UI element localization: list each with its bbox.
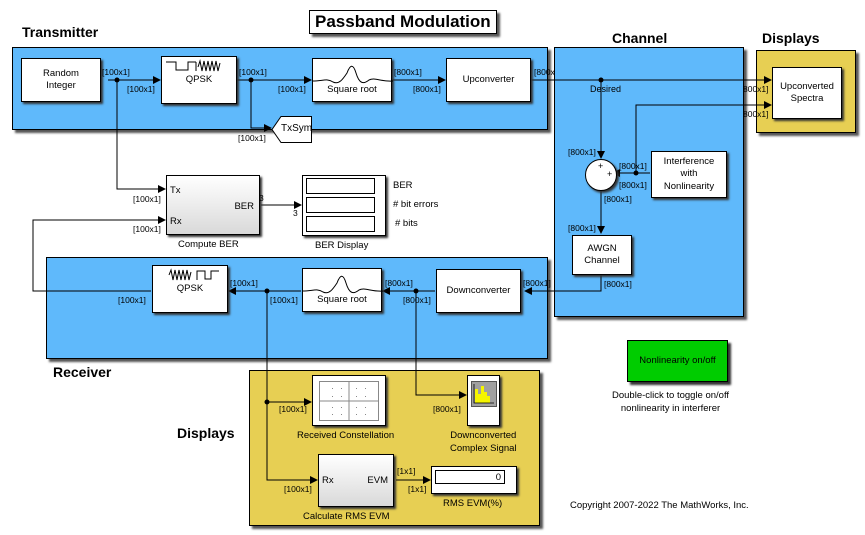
raised-cosine-icon (303, 275, 383, 294)
ber-display-block[interactable] (302, 175, 386, 236)
copyright-text: Copyright 2007-2022 The MathWorks, Inc. (570, 500, 749, 511)
branch-point (264, 288, 270, 294)
sum-block[interactable]: + + (585, 159, 617, 191)
ber-display-caption: BER Display (315, 240, 369, 251)
ber-value-field (306, 178, 375, 194)
nonlinearity-toggle-label: Nonlinearity on/off (639, 354, 716, 366)
signal-dim-label: [100x1] (270, 295, 298, 305)
calculate-rms-evm-block[interactable]: Rx EVM (318, 454, 394, 507)
signal-dim-label: [100x1] (102, 67, 130, 77)
rms-evm-display-block[interactable]: 0 (431, 466, 517, 494)
branch-point (413, 288, 419, 294)
signal-dim-label: [800x1] (619, 180, 647, 190)
signal-dim-label: [100x1] (133, 224, 161, 234)
branch-point (114, 77, 120, 83)
bit-errors-value-field (306, 197, 375, 213)
raised-cosine-icon (313, 65, 393, 84)
branch-point (633, 170, 639, 176)
constellation-icon (319, 380, 379, 421)
signal-dim-label: [100x1] (239, 67, 267, 77)
awgn-label: AWGN Channel (584, 242, 620, 266)
signal-dim-label: [800x1] (433, 404, 461, 414)
signal-dim-label: [800x1] (619, 161, 647, 171)
toggle-help-text: Double-click to toggle on/off nonlineari… (612, 390, 730, 415)
signal-dim-label: [800x1] (394, 67, 422, 77)
received-constellation-block[interactable] (312, 375, 386, 426)
branch-point (598, 77, 604, 83)
nonlinearity-toggle-button[interactable]: Nonlinearity on/off (627, 340, 728, 382)
interference-label: Interference with Nonlinearity (663, 155, 715, 192)
received-constellation-caption: Received Constellation (297, 430, 395, 441)
desired-signal-label: Desired (590, 84, 622, 94)
sum-sign-top: + (598, 161, 604, 171)
sum-sign-right: + (607, 169, 613, 179)
signal-dim-label: [800x1] (385, 278, 413, 288)
downconverter-block[interactable]: Downconverter (436, 269, 521, 313)
port-ber-label: BER (234, 201, 254, 212)
signal-lines (32, 76, 772, 484)
spectrum-analyzer-block[interactable] (467, 375, 500, 426)
port-rx-label: Rx (322, 475, 334, 486)
signal-dim-label: [100x1] (284, 484, 312, 494)
bits-row-label: # bits (395, 218, 418, 229)
qpsk-modulator-label: QPSK (185, 73, 213, 85)
spectrum-icon (470, 381, 497, 407)
ber-row-label: BER (393, 180, 413, 191)
calc-rms-evm-caption: Calculate RMS EVM (303, 511, 390, 522)
signal-dim-label: 800x1] (743, 109, 769, 119)
downconverter-label: Downconverter (446, 284, 511, 296)
upconverter-label: Upconverter (462, 73, 515, 85)
interference-block[interactable]: Interference with Nonlinearity (651, 151, 727, 198)
signal-dim-label: [100x1] (230, 278, 258, 288)
port-rx-label: Rx (170, 216, 182, 227)
signal-dim-label: 800x1] (743, 84, 769, 94)
signal-dim-label: [1x1] (397, 466, 416, 476)
upconverted-spectra-label: Upconverted Spectra (780, 80, 834, 104)
compute-ber-block[interactable]: Tx Rx BER (166, 175, 260, 235)
signal-dim-label: [800x1] (523, 278, 551, 288)
qpsk-demodulator-label: QPSK (176, 282, 204, 294)
rx-square-root-filter-block[interactable]: Square root (302, 268, 383, 312)
upconverted-spectra-block[interactable]: Upconverted Spectra (772, 67, 842, 119)
txsym-label: TxSym (281, 123, 313, 134)
random-integer-block[interactable]: Random Integer (21, 58, 101, 102)
signal-dim-label: [800x1] (604, 194, 632, 204)
branch-point (264, 399, 270, 405)
signal-dim-label: [100x1] (278, 84, 306, 94)
downconverted-signal-caption: Downconverted Complex Signal (450, 430, 517, 454)
upconverter-block[interactable]: Upconverter (446, 58, 531, 102)
signal-dim-label: [100x1] (279, 404, 307, 414)
signal-dim-label: [800x1] (568, 147, 596, 157)
signal-dim-label: [1x1] (408, 484, 427, 494)
signal-dim-label: [100x1] (238, 133, 266, 143)
signal-dim-label: 3 (293, 208, 298, 218)
compute-ber-caption: Compute BER (178, 239, 239, 250)
wire-tx-ber (116, 80, 166, 193)
signal-dim-label: [800x1] (403, 295, 431, 305)
tx-square-root-filter-block[interactable]: Square root (312, 58, 393, 102)
qpsk-waveform-icon (166, 59, 221, 72)
rms-evm-display-caption: RMS EVM(%) (443, 498, 503, 509)
signal-dim-label: [100x1] (127, 84, 155, 94)
qpsk-modulator-block[interactable]: QPSK (161, 56, 237, 104)
rms-evm-value: 0 (435, 470, 505, 484)
awgn-channel-block[interactable]: AWGN Channel (572, 235, 632, 275)
port-tx-label: Tx (170, 185, 181, 196)
signal-dim-label: [800x (534, 67, 555, 77)
random-integer-label: Random Integer (43, 67, 79, 91)
qpsk-waveform-icon (168, 268, 219, 281)
txsym-goto-block[interactable]: TxSym (272, 116, 312, 143)
branch-point (248, 77, 254, 83)
signal-dim-label: [800x1] (568, 223, 596, 233)
signal-dim-label: [100x1] (118, 295, 146, 305)
port-evm-label: EVM (367, 475, 388, 486)
qpsk-demodulator-block[interactable]: QPSK (152, 265, 228, 313)
bit-errors-row-label: # bit errors (393, 199, 439, 210)
bits-value-field (306, 216, 375, 232)
signal-dim-label: [800x1] (413, 84, 441, 94)
signal-dim-label: [100x1] (133, 194, 161, 204)
signal-dim-label: 3 (259, 193, 264, 203)
wire-txsym (250, 80, 272, 132)
signal-dim-label: [800x1] (604, 279, 632, 289)
